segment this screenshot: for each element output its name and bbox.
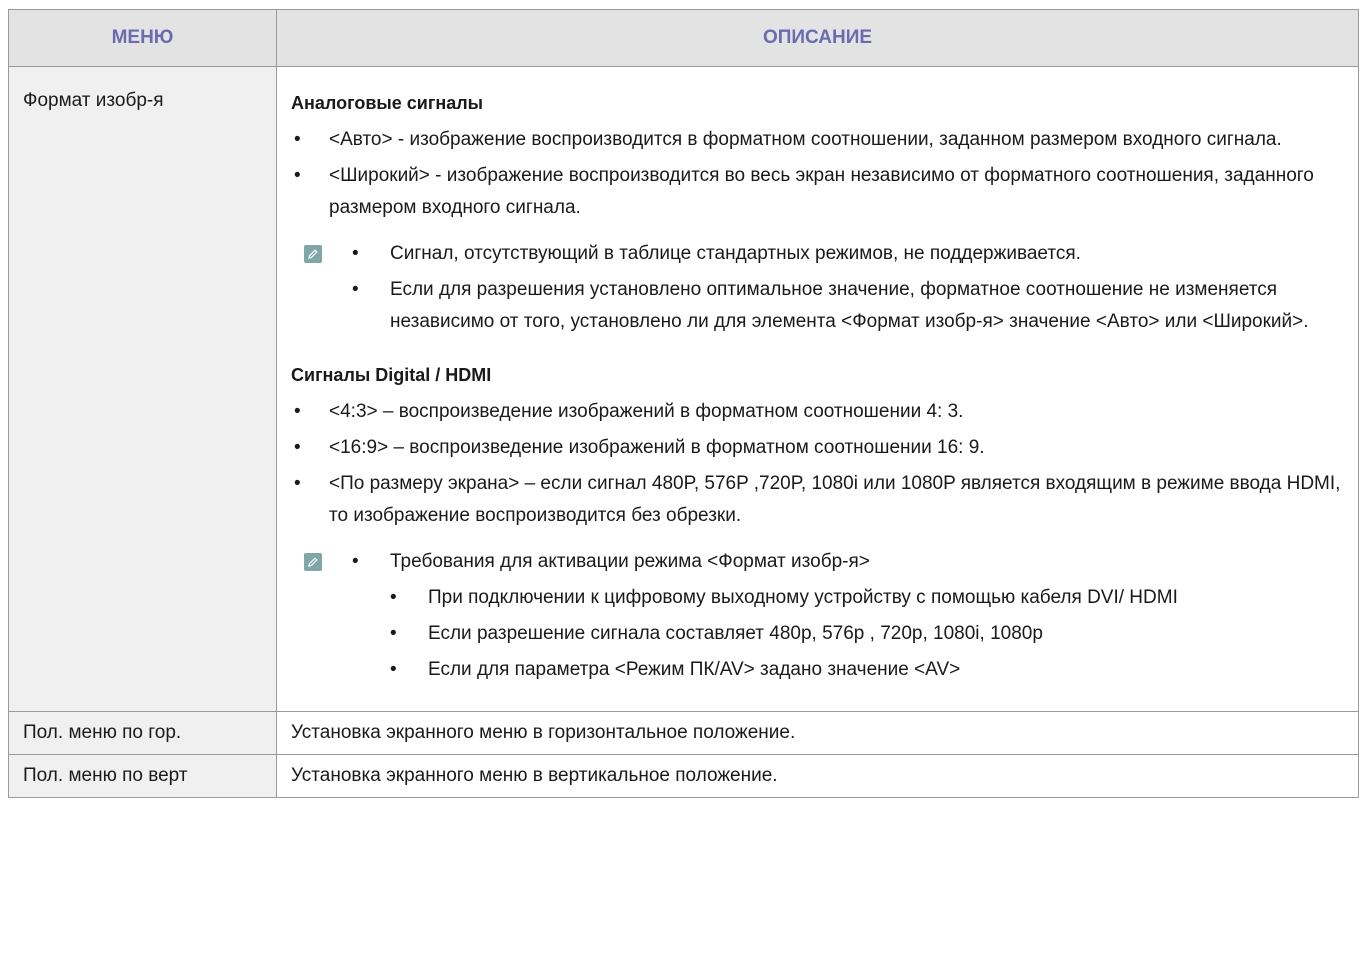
- list-item: <Авто> - изображение воспроизводится в ф…: [291, 124, 1358, 156]
- note-item: Сигнал, отсутствующий в таблице стандарт…: [352, 238, 1358, 270]
- list-item: <16:9> – воспроизведение изображений в ф…: [291, 432, 1358, 464]
- note-sub-item: Если для параметра <Режим ПК/AV> задано …: [390, 654, 1358, 686]
- list-item: <4:3> – воспроизведение изображений в фо…: [291, 396, 1358, 428]
- menu-column-header: МЕНЮ: [8, 9, 277, 67]
- analog-bullet-list: <Авто> - изображение воспроизводится в ф…: [291, 124, 1358, 224]
- analog-note: Сигнал, отсутствующий в таблице стандарт…: [291, 238, 1358, 338]
- note-sub-item: Если разрешение сигнала составляет 480p,…: [390, 618, 1358, 650]
- section-title-digital: Сигналы Digital / HDMI: [291, 365, 492, 385]
- description-column-header: ОПИСАНИЕ: [276, 9, 1359, 67]
- description-cell: Установка экранного меню в вертикальное …: [276, 754, 1359, 798]
- description-cell: Установка экранного меню в горизонтально…: [276, 711, 1359, 755]
- analog-note-list: Сигнал, отсутствующий в таблице стандарт…: [352, 238, 1358, 338]
- section-title-analog: Аналоговые сигналы: [291, 93, 484, 113]
- note-main-text: Требования для активации режима <Формат …: [390, 551, 870, 572]
- table-row-picture-format: Формат изобр-я Аналоговые сигналы <Авто>…: [8, 66, 1359, 712]
- note-item: Требования для активации режима <Формат …: [352, 546, 1358, 686]
- note-item: Если для разрешения установлено оптималь…: [352, 274, 1358, 338]
- note-sub-item: При подключении к цифровому выходному ус…: [390, 582, 1358, 614]
- digital-note-list: Требования для активации режима <Формат …: [352, 546, 1358, 686]
- list-item: <Широкий> - изображение воспроизводится …: [291, 160, 1358, 224]
- table-row-vertical-position: Пол. меню по верт Установка экранного ме…: [8, 754, 1359, 798]
- digital-note: Требования для активации режима <Формат …: [291, 546, 1358, 686]
- description-cell: Аналоговые сигналы <Авто> - изображение …: [276, 66, 1359, 712]
- pencil-note-icon: [304, 245, 322, 263]
- menu-cell: Пол. меню по гор.: [8, 711, 277, 755]
- menu-cell: Формат изобр-я: [8, 66, 277, 712]
- menu-description-table: МЕНЮ ОПИСАНИЕ Формат изобр-я Аналоговые …: [8, 9, 1359, 798]
- pencil-note-icon: [304, 553, 322, 571]
- menu-cell: Пол. меню по верт: [8, 754, 277, 798]
- table-row-horizontal-position: Пол. меню по гор. Установка экранного ме…: [8, 711, 1359, 755]
- table-header-row: МЕНЮ ОПИСАНИЕ: [8, 9, 1359, 67]
- digital-bullet-list: <4:3> – воспроизведение изображений в фо…: [291, 396, 1358, 532]
- list-item: <По размеру экрана> – если сигнал 480P, …: [291, 468, 1358, 532]
- note-sub-list: При подключении к цифровому выходному ус…: [390, 582, 1358, 686]
